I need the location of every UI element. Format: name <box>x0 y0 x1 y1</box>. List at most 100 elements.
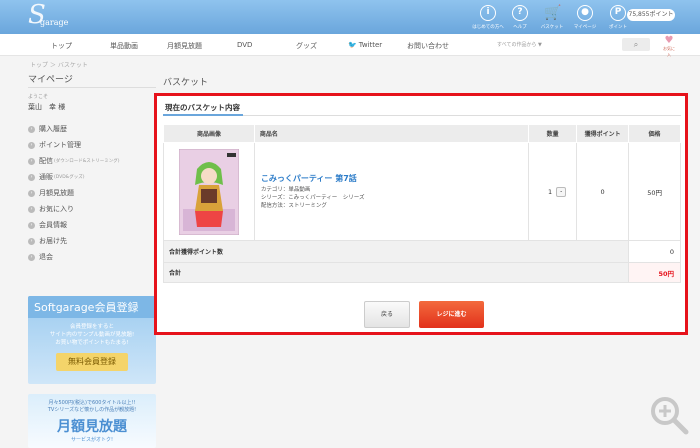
banner-text: 月々500円(税込)で600タイトル以上!! TVシリーズなど懐かしの作品が観放… <box>28 400 156 414</box>
banner-line: サイト内のサンプル動画が見放題! <box>49 332 135 338</box>
chevron-right-icon: › <box>28 205 35 213</box>
checkout-button[interactable]: レジに進む <box>419 301 484 328</box>
sidebar-item-label: 会員情報 <box>39 221 67 229</box>
chevron-right-icon: › <box>28 141 35 149</box>
main-nav: トップ 単品動画 月額見放題 DVD グッズ 🐦 Twitter お問い合わせ す… <box>0 34 700 57</box>
chevron-right-icon: › <box>28 237 35 245</box>
search-icon: ⌕ <box>633 40 639 49</box>
zoom-in-icon[interactable] <box>648 394 690 436</box>
sidebar-item-label: 月額見放題 <box>39 189 74 197</box>
column-header-price: 価格 <box>628 124 681 143</box>
sidebar-item-shipping-address[interactable]: › お届け先 <box>28 233 156 249</box>
points-cell: 0 <box>576 142 630 241</box>
sidebar: マイページ ようこそ 葉山 幸 様 › 購入履歴 › ポイント管理 › 配信 (ダウンロ… <box>28 72 156 265</box>
banner-line: お買い物でポイントもたまる! <box>55 340 129 346</box>
points-total-label: 合計獲得ポイント数 <box>162 240 630 263</box>
product-series: シリーズ：こみっくパーティー シリーズ <box>260 195 365 201</box>
nav-dvd[interactable]: DVD <box>237 41 252 49</box>
nav-contact[interactable]: お問い合わせ <box>407 41 449 51</box>
sidebar-item-favorites[interactable]: › お気に入り <box>28 201 156 217</box>
sidebar-item-mail-order[interactable]: › 通販 (DVD&グッズ) <box>28 169 156 185</box>
twitter-icon: 🐦 <box>348 41 357 49</box>
table-row: こみっくパーティー 第7話 カテゴリ：単品動画 シリーズ：こみっくパーティー シ… <box>163 142 681 241</box>
product-image-cell <box>163 142 255 241</box>
column-header-quantity: 数量 <box>528 124 578 143</box>
sidebar-item-label: 購入履歴 <box>39 125 67 133</box>
help-label: ヘルプ <box>513 25 527 30</box>
points-total-row: 合計獲得ポイント数 0 <box>162 240 681 263</box>
total-row: 合計 50円 <box>162 262 681 283</box>
nav-goods[interactable]: グッズ <box>296 41 317 51</box>
heart-icon: ♥ <box>664 35 674 46</box>
mypage-label: マイページ <box>573 25 597 30</box>
basket-table: 商品画像 商品名 数量 獲得ポイント 価格 こみっくパーティー 第7話 カテゴリ… <box>162 124 681 283</box>
sidebar-item-label: 通販 <box>39 173 53 181</box>
nav-single-videos[interactable]: 単品動画 <box>110 41 138 51</box>
help-link[interactable]: ? ヘルプ <box>503 5 537 30</box>
sidebar-item-label: お届け先 <box>39 237 67 245</box>
chevron-right-icon: › <box>28 173 35 181</box>
points-total-value: 0 <box>628 240 681 263</box>
page-title: バスケット <box>163 78 209 88</box>
column-header-name: 商品名 <box>253 124 530 143</box>
sidebar-item-point-management[interactable]: › ポイント管理 <box>28 137 156 153</box>
sidebar-item-label: 退会 <box>39 253 53 261</box>
banner-line: TVシリーズなど懐かしの作品が観放題! <box>47 407 137 413</box>
product-delivery-method: 配信方法：ストリーミング <box>260 203 327 209</box>
sidebar-title: マイページ <box>28 72 156 88</box>
search-button[interactable]: ⌕ <box>622 38 650 51</box>
basket-link[interactable]: 🛒 バスケット <box>535 5 569 30</box>
breadcrumb: トップ ＞ バスケット <box>30 62 88 69</box>
cart-icon: 🛒 <box>544 5 562 21</box>
banner-subtitle: サービスがオトク! <box>70 437 113 443</box>
points-balance: 75,855ポイント <box>627 9 675 21</box>
search-scope-select[interactable]: すべての作品から ▼ <box>497 39 617 51</box>
banner-title: Softgarage会員登録 <box>28 296 156 318</box>
mypage-link[interactable]: ● マイページ <box>568 5 602 30</box>
monthly-unlimited-banner[interactable]: 月々500円(税込)で600タイトル以上!! TVシリーズなど懐かしの作品が観放… <box>28 394 156 448</box>
site-header: S garage i はじめての方へ ? ヘルプ 🛒 バスケット ● マイページ… <box>0 0 700 34</box>
logo-text: garage <box>40 18 69 27</box>
favorites-link[interactable]: ♥ お気に入 <box>662 35 676 57</box>
sidebar-item-note: (ダウンロード&ストリーミング) <box>54 159 120 164</box>
points-label: ポイント <box>609 25 627 30</box>
welcome-text: ようこそ <box>28 94 49 100</box>
sidebar-item-monthly[interactable]: › 月額見放題 <box>28 185 156 201</box>
quantity-value: 1 <box>547 187 553 196</box>
site-logo[interactable]: S garage <box>28 0 88 32</box>
product-thumbnail[interactable] <box>178 148 239 235</box>
total-value: 50円 <box>628 262 681 283</box>
sidebar-item-withdraw[interactable]: › 退会 <box>28 249 156 265</box>
column-header-points: 獲得ポイント <box>576 124 630 143</box>
panel-title: 現在のバスケット内容 <box>165 103 240 112</box>
product-title-link[interactable]: こみっくパーティー 第7話 <box>261 173 528 184</box>
sidebar-item-delivery[interactable]: › 配信 (ダウンロード&ストリーミング) <box>28 153 156 169</box>
sidebar-item-purchase-history[interactable]: › 購入履歴 <box>28 121 156 137</box>
banner-title: 月額見放題 <box>57 419 127 435</box>
sidebar-item-member-info[interactable]: › 会員情報 <box>28 217 156 233</box>
nav-top[interactable]: トップ <box>51 41 72 51</box>
member-registration-banner[interactable]: Softgarage会員登録 会員登録をすると サイト内のサンプル動画が見放題!… <box>28 296 156 384</box>
favorites-label: お気に入 <box>663 46 675 57</box>
user-icon: ● <box>577 5 593 21</box>
sidebar-item-label: お気に入り <box>39 205 74 213</box>
help-icon: ? <box>512 5 528 21</box>
nav-twitter[interactable]: 🐦 Twitter <box>348 41 382 49</box>
chevron-right-icon: › <box>28 157 35 165</box>
chevron-right-icon: › <box>28 125 35 133</box>
nav-monthly-unlimited[interactable]: 月額見放題 <box>167 41 202 51</box>
basket-label: バスケット <box>540 25 564 30</box>
price-cell: 50円 <box>628 142 681 241</box>
nav-twitter-label: Twitter <box>358 41 383 49</box>
beginners-guide-label: はじめての方へ <box>472 25 504 30</box>
free-registration-button[interactable]: 無料会員登録 <box>56 353 128 371</box>
beginners-guide-link[interactable]: i はじめての方へ <box>471 5 505 30</box>
quantity-cell: 1 - <box>528 142 578 241</box>
info-icon: i <box>480 5 496 21</box>
decrease-quantity-button[interactable]: - <box>556 186 567 197</box>
back-button[interactable]: 戻る <box>364 301 410 328</box>
banner-text: 会員登録をすると サイト内のサンプル動画が見放題! お買い物でポイントもたまる! <box>28 323 156 347</box>
chevron-right-icon: › <box>28 189 35 197</box>
user-name: 葉山 幸 様 <box>28 103 66 111</box>
sidebar-item-label: ポイント管理 <box>39 141 81 149</box>
